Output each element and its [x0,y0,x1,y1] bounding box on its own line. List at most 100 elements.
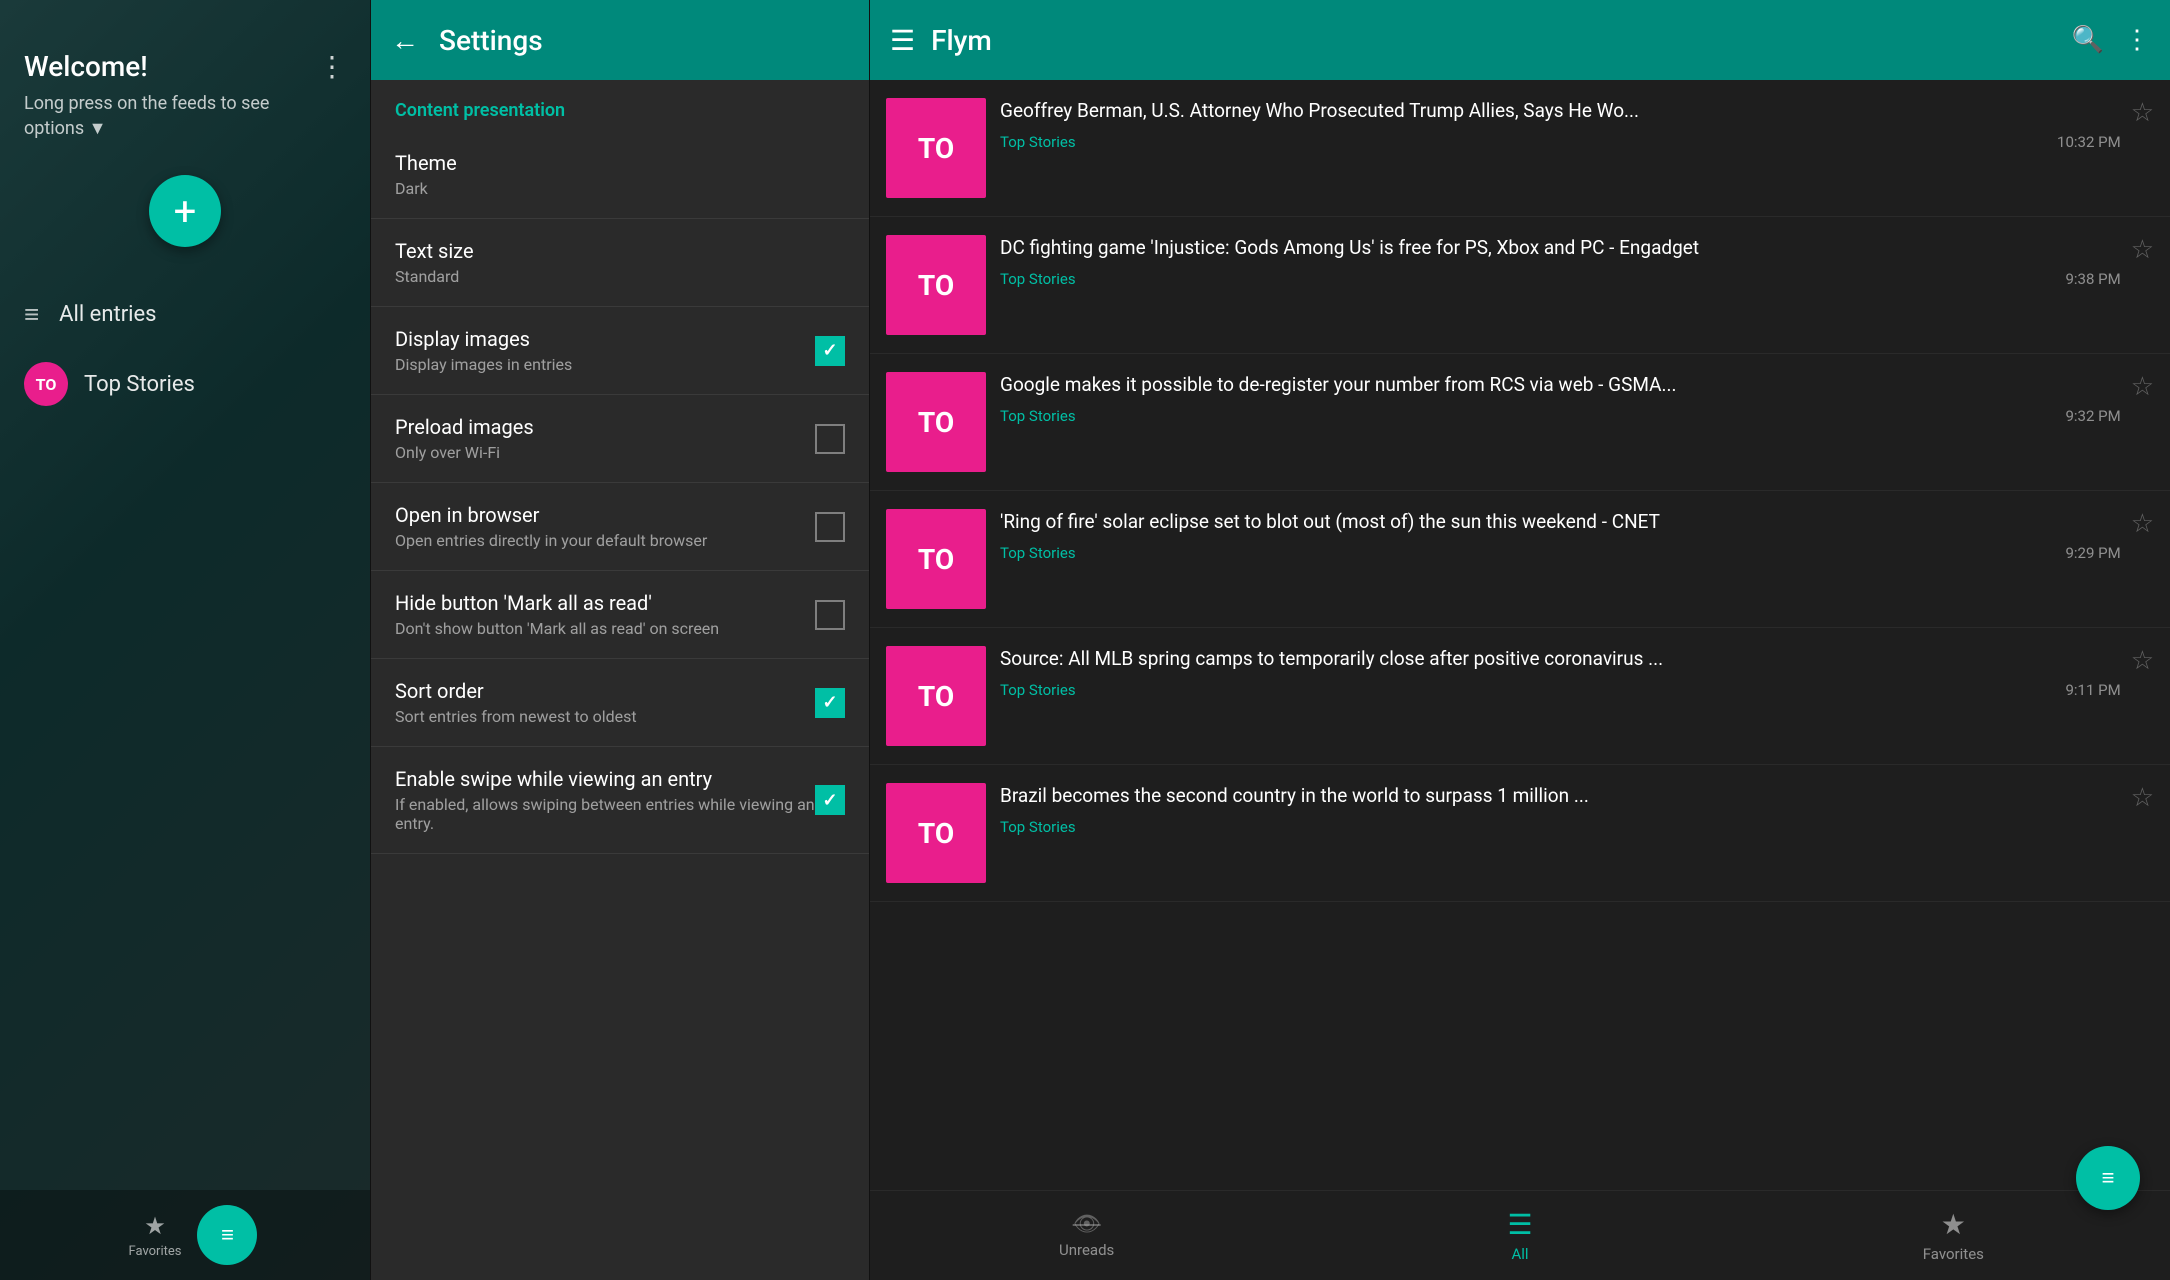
news-source-1: Top Stories [1000,270,1076,288]
news-thumb-4: TO [886,646,986,746]
news-source-2: Top Stories [1000,407,1076,425]
left-bottom-bar: ★ Favorites ≡ [0,1190,370,1280]
hide-mark-all-read-checkbox[interactable] [815,600,845,630]
back-button[interactable]: ← [391,24,419,57]
preload-images-subtitle: Only over Wi-Fi [395,443,815,462]
news-meta-3: Top Stories 9:29 PM [1000,544,2121,562]
news-thumb-5: TO [886,783,986,883]
sort-order-checkbox[interactable] [815,688,845,718]
news-content-1: DC fighting game 'Injustice: Gods Among … [1000,235,2121,288]
theme-value: Dark [395,179,845,198]
news-content-5: Brazil becomes the second country in the… [1000,783,2121,836]
flym-panel: ☰ Flym 🔍 ⋮ TO Geoffrey Berman, U.S. Atto… [870,0,2170,1280]
top-stories-label: Top Stories [84,372,195,397]
news-thumb-3: TO [886,509,986,609]
right-fab-button[interactable]: ≡ [2076,1146,2140,1210]
open-in-browser-setting[interactable]: Open in browser Open entries directly in… [371,483,869,571]
preload-images-setting[interactable]: Preload images Only over Wi-Fi [371,395,869,483]
settings-panel: ← Settings Content presentation Theme Da… [370,0,870,1280]
top-stories-nav-item[interactable]: TO Top Stories [0,348,370,420]
settings-header: ← Settings [371,0,869,80]
sort-order-setting[interactable]: Sort order Sort entries from newest to o… [371,659,869,747]
favorites-tab[interactable]: ★ Favorites [1737,1208,2170,1263]
favorites-icon: ★ [144,1212,166,1240]
news-content-2: Google makes it possible to de-register … [1000,372,2121,425]
news-item[interactable]: TO Google makes it possible to de-regist… [870,354,2170,491]
left-favorites-tab[interactable]: ★ Favorites [113,1212,198,1259]
news-thumb-1: TO [886,235,986,335]
enable-swipe-title: Enable swipe while viewing an entry [395,767,815,791]
news-content-0: Geoffrey Berman, U.S. Attorney Who Prose… [1000,98,2121,151]
left-panel: Welcome! Long press on the feeds to see … [0,0,370,1280]
news-title-0: Geoffrey Berman, U.S. Attorney Who Prose… [1000,98,2121,125]
display-images-subtitle: Display images in entries [395,355,815,374]
enable-swipe-setting[interactable]: Enable swipe while viewing an entry If e… [371,747,869,854]
news-content-4: Source: All MLB spring camps to temporar… [1000,646,2121,699]
list-icon: ≡ [24,299,39,330]
text-size-value: Standard [395,267,845,286]
star-icon-5[interactable]: ☆ [2131,783,2154,813]
welcome-title: Welcome! [24,50,318,83]
news-item[interactable]: TO Geoffrey Berman, U.S. Attorney Who Pr… [870,80,2170,217]
all-entries-nav-item[interactable]: ≡ All entries [0,281,370,348]
preload-images-checkbox[interactable] [815,424,845,454]
news-thumb-0: TO [886,98,986,198]
theme-setting[interactable]: Theme Dark [371,131,869,219]
news-title-1: DC fighting game 'Injustice: Gods Among … [1000,235,2121,262]
sort-order-subtitle: Sort entries from newest to oldest [395,707,815,726]
settings-content: Content presentation Theme Dark Text siz… [371,80,869,1280]
all-entries-label: All entries [59,302,156,327]
star-icon-2[interactable]: ☆ [2131,372,2154,402]
left-header: Welcome! Long press on the feeds to see … [0,0,370,157]
plus-icon: + [174,188,197,235]
display-images-checkbox[interactable] [815,336,845,366]
news-source-3: Top Stories [1000,544,1076,562]
news-source-0: Top Stories [1000,133,1076,151]
flym-header: ☰ Flym 🔍 ⋮ [870,0,2170,80]
left-fab-icon: ≡ [221,1222,234,1248]
welcome-subtitle: Long press on the feeds to see options ▼ [24,91,318,141]
news-time-4: 9:11 PM [2065,681,2120,699]
all-icon: ☰ [1507,1208,1532,1241]
display-images-setting[interactable]: Display images Display images in entries [371,307,869,395]
news-item[interactable]: TO DC fighting game 'Injustice: Gods Amo… [870,217,2170,354]
news-item[interactable]: TO 'Ring of fire' solar eclipse set to b… [870,491,2170,628]
news-source-4: Top Stories [1000,681,1076,699]
news-item[interactable]: TO Source: All MLB spring camps to tempo… [870,628,2170,765]
star-icon-1[interactable]: ☆ [2131,235,2154,265]
star-icon-4[interactable]: ☆ [2131,646,2154,676]
flym-more-icon[interactable]: ⋮ [2124,25,2150,55]
news-source-5: Top Stories [1000,818,1076,836]
welcome-text: Welcome! Long press on the feeds to see … [24,50,318,141]
favorites-label: Favorites [129,1244,182,1259]
news-time-3: 9:29 PM [2065,544,2120,562]
right-fab-icon: ≡ [2102,1165,2115,1191]
enable-swipe-checkbox[interactable] [815,785,845,815]
news-meta-1: Top Stories 9:38 PM [1000,270,2121,288]
open-in-browser-checkbox[interactable] [815,512,845,542]
hide-mark-all-read-subtitle: Don't show button 'Mark all as read' on … [395,619,815,638]
star-icon-0[interactable]: ☆ [2131,98,2154,128]
sort-order-title: Sort order [395,679,815,703]
news-time-2: 9:32 PM [2065,407,2120,425]
star-icon-3[interactable]: ☆ [2131,509,2154,539]
unreads-tab[interactable]: 👁 Unreads [870,1212,1303,1259]
hide-mark-all-read-title: Hide button 'Mark all as read' [395,591,815,615]
favorites-tab-label: Favorites [1923,1245,1984,1263]
news-item[interactable]: TO Brazil becomes the second country in … [870,765,2170,902]
unreads-label: Unreads [1059,1241,1114,1259]
hide-mark-all-read-setting[interactable]: Hide button 'Mark all as read' Don't sho… [371,571,869,659]
flym-title: Flym [931,24,2072,57]
news-meta-5: Top Stories [1000,818,2121,836]
add-feed-button[interactable]: + [149,175,221,247]
all-tab[interactable]: ☰ All [1303,1208,1736,1263]
news-title-4: Source: All MLB spring camps to temporar… [1000,646,2121,673]
flym-search-icon[interactable]: 🔍 [2072,25,2104,55]
text-size-setting[interactable]: Text size Standard [371,219,869,307]
left-more-icon[interactable]: ⋮ [318,50,346,83]
news-title-5: Brazil becomes the second country in the… [1000,783,2121,810]
nav-items: ≡ All entries TO Top Stories [0,281,370,420]
flym-menu-icon[interactable]: ☰ [890,24,915,57]
right-bottom-bar: 👁 Unreads ☰ All ★ Favorites ≡ [870,1190,2170,1280]
left-bottom-fab[interactable]: ≡ [197,1205,257,1265]
